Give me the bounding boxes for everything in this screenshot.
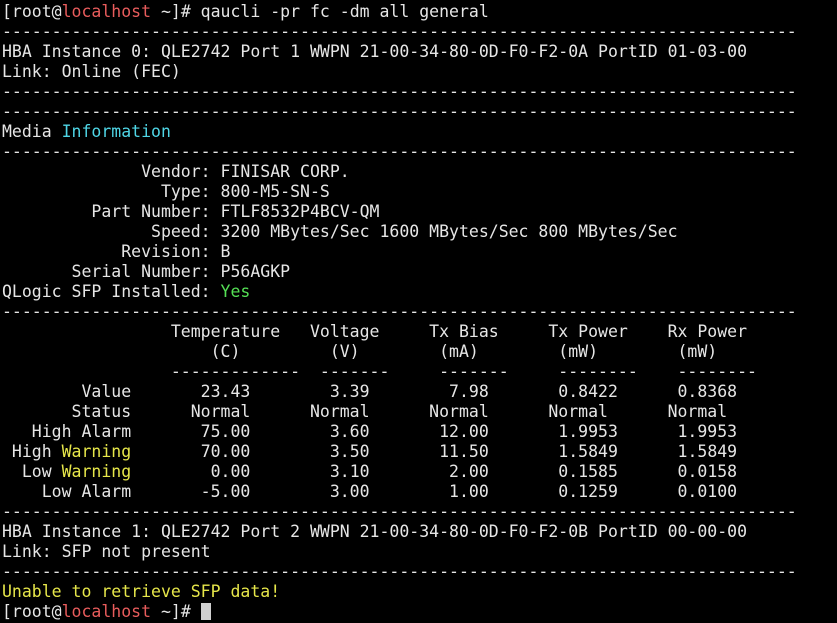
terminal-line: ----------------------------------------… xyxy=(0,82,837,102)
terminal-text: ----------------------------------------… xyxy=(2,22,797,41)
terminal-line: Value 23.43 3.39 7.98 0.8422 0.8368 xyxy=(0,382,837,402)
terminal-text: Temperature Voltage Tx Bias Tx Power Rx … xyxy=(2,322,748,341)
terminal-line: ----------------------------------------… xyxy=(0,22,837,42)
terminal-line: Speed: 3200 MBytes/Sec 1600 MBytes/Sec 8… xyxy=(0,222,837,242)
terminal-text: 70.00 3.50 11.50 1.5849 1.5849 xyxy=(131,442,738,461)
terminal-text: HBA Instance 0: QLE2742 Port 1 WWPN 21-0… xyxy=(2,42,748,61)
terminal-line: Status Normal Normal Normal Normal Norma… xyxy=(0,402,837,422)
terminal-line: Media Information xyxy=(0,122,837,142)
terminal-text: [root@ xyxy=(2,602,62,621)
terminal-text: Low Alarm -5.00 3.00 1.00 0.1259 0.0100 xyxy=(2,482,738,501)
terminal-line: Link: SFP not present xyxy=(0,542,837,562)
terminal-text: Media xyxy=(2,122,62,141)
terminal-line: ----------------------------------------… xyxy=(0,142,837,162)
terminal-text: Type: 800-M5-SN-S xyxy=(2,182,330,201)
terminal-text: ------------- ------- ------- -------- -… xyxy=(2,362,757,381)
terminal-line: ----------------------------------------… xyxy=(0,562,837,582)
terminal-line: QLogic SFP Installed: Yes xyxy=(0,282,837,302)
terminal-line: (C) (V) (mA) (mW) (mW) xyxy=(0,342,837,362)
terminal-text: localhost xyxy=(61,602,152,621)
terminal-text: [root@ xyxy=(2,2,62,21)
terminal-text: ----------------------------------------… xyxy=(2,82,797,101)
terminal-line: ----------------------------------------… xyxy=(0,502,837,522)
terminal-text: (C) (V) (mA) (mW) (mW) xyxy=(2,342,718,361)
terminal-line: Unable to retrieve SFP data! xyxy=(0,582,837,602)
terminal-text: Link: Online (FEC) xyxy=(2,62,181,81)
terminal-line: HBA Instance 0: QLE2742 Port 1 WWPN 21-0… xyxy=(0,42,837,62)
terminal-line: HBA Instance 1: QLE2742 Port 2 WWPN 21-0… xyxy=(0,522,837,542)
terminal-line: Vendor: FINISAR CORP. xyxy=(0,162,837,182)
terminal-text: ~]# xyxy=(151,602,201,621)
terminal-text: ----------------------------------------… xyxy=(2,302,797,321)
terminal-text: Serial Number: P56AGKP xyxy=(2,262,291,281)
terminal-text: Revision: B xyxy=(2,242,231,261)
terminal-text: Warning xyxy=(61,462,132,481)
terminal-text: QLogic SFP Installed: xyxy=(2,282,221,301)
terminal-line: Part Number: FTLF8532P4BCV-QM xyxy=(0,202,837,222)
terminal-line: ----------------------------------------… xyxy=(0,302,837,322)
terminal-line: [root@localhost ~]# qaucli -pr fc -dm al… xyxy=(0,2,837,22)
terminal-text: ----------------------------------------… xyxy=(2,502,797,521)
terminal-line: High Alarm 75.00 3.60 12.00 1.9953 1.995… xyxy=(0,422,837,442)
terminal-text: ----------------------------------------… xyxy=(2,562,797,581)
terminal-text: Yes xyxy=(220,282,251,301)
terminal-text: localhost xyxy=(61,2,152,21)
terminal-line: Revision: B xyxy=(0,242,837,262)
terminal-text: Warning xyxy=(61,442,132,461)
terminal-text: Low xyxy=(2,462,62,481)
terminal-window[interactable]: [root@localhost ~]# qaucli -pr fc -dm al… xyxy=(0,0,837,623)
terminal-text: HBA Instance 1: QLE2742 Port 2 WWPN 21-0… xyxy=(2,522,748,541)
terminal-line: ------------- ------- ------- -------- -… xyxy=(0,362,837,382)
terminal-text: Speed: 3200 MBytes/Sec 1600 MBytes/Sec 8… xyxy=(2,222,678,241)
terminal-line: Type: 800-M5-SN-S xyxy=(0,182,837,202)
terminal-text: Information xyxy=(61,122,171,141)
terminal-line: ----------------------------------------… xyxy=(0,102,837,122)
terminal-line: Low Alarm -5.00 3.00 1.00 0.1259 0.0100 xyxy=(0,482,837,502)
terminal-text: ----------------------------------------… xyxy=(2,142,797,161)
terminal-text: Part Number: FTLF8532P4BCV-QM xyxy=(2,202,380,221)
terminal-line: Low Warning 0.00 3.10 2.00 0.1585 0.0158 xyxy=(0,462,837,482)
terminal-line: [root@localhost ~]# xyxy=(0,602,837,622)
terminal-line: Link: Online (FEC) xyxy=(0,62,837,82)
terminal-text: High Alarm 75.00 3.60 12.00 1.9953 1.995… xyxy=(2,422,738,441)
terminal-text: Value 23.43 3.39 7.98 0.8422 0.8368 xyxy=(2,382,738,401)
terminal-text: 0.00 3.10 2.00 0.1585 0.0158 xyxy=(131,462,738,481)
terminal-text: Link: SFP not present xyxy=(2,542,211,561)
terminal-line: High Warning 70.00 3.50 11.50 1.5849 1.5… xyxy=(0,442,837,462)
terminal-line: Temperature Voltage Tx Bias Tx Power Rx … xyxy=(0,322,837,342)
terminal-line: Serial Number: P56AGKP xyxy=(0,262,837,282)
terminal-text: ~]# qaucli -pr fc -dm all general xyxy=(151,2,489,21)
terminal-text: ----------------------------------------… xyxy=(2,102,797,121)
terminal-text: High xyxy=(2,442,62,461)
cursor-icon xyxy=(200,603,211,620)
terminal-text: Status Normal Normal Normal Normal Norma… xyxy=(2,402,728,421)
terminal-text: Unable to retrieve SFP data! xyxy=(2,582,281,601)
terminal-text: Vendor: FINISAR CORP. xyxy=(2,162,350,181)
